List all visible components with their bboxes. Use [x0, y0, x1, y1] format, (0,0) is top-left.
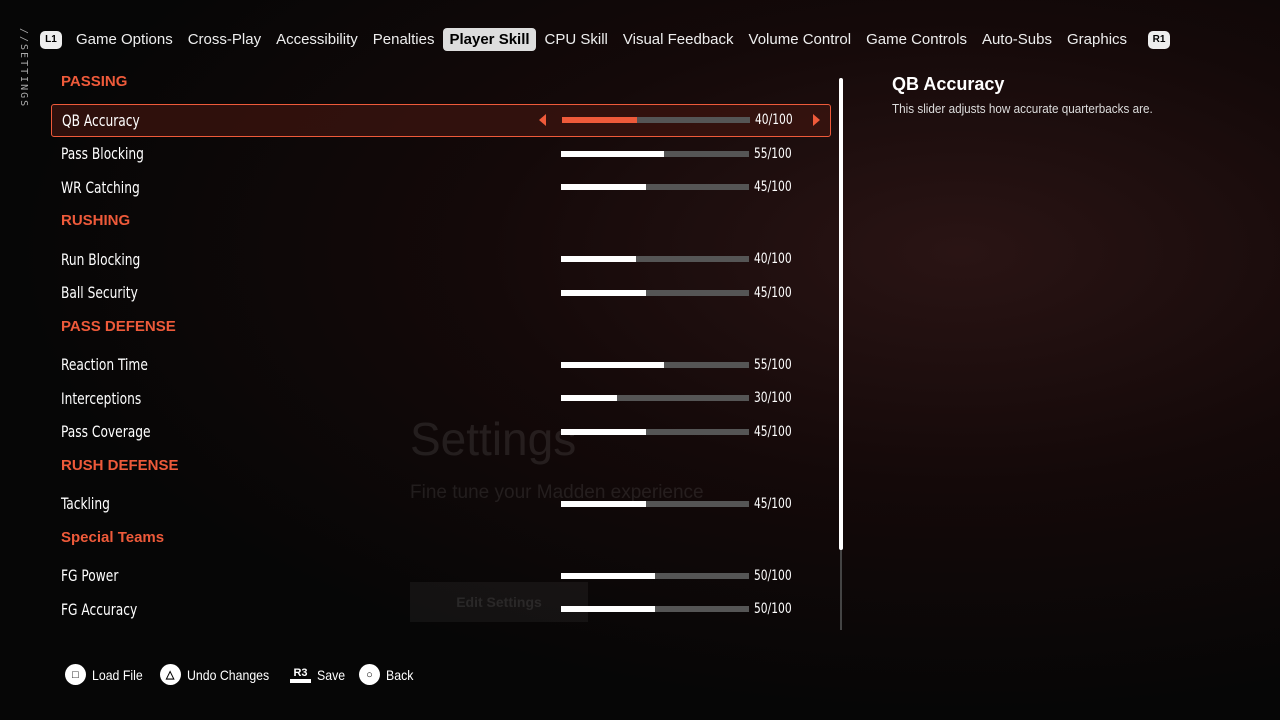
- section-header: RUSH DEFENSE: [61, 456, 179, 474]
- slider-label: Pass Blocking: [61, 144, 144, 164]
- slider-track[interactable]: [561, 150, 749, 157]
- slider-fill: [561, 256, 637, 263]
- slider-fill: [562, 117, 638, 124]
- footer-label: Save: [317, 666, 346, 683]
- slider-fill: [561, 184, 646, 191]
- load-file-button[interactable]: □ Load File: [65, 664, 150, 685]
- slider-fill: [561, 500, 646, 507]
- slider-fill: [561, 289, 646, 296]
- slider-value: 50/100: [754, 567, 792, 584]
- slider-value: 45/100: [754, 284, 792, 301]
- tab-game-controls[interactable]: Game Controls: [860, 28, 973, 51]
- description-panel: QB Accuracy This slider adjusts how accu…: [892, 74, 1182, 116]
- slider-fill: [561, 572, 655, 579]
- slider-track[interactable]: [561, 395, 749, 402]
- tab-graphics[interactable]: Graphics: [1061, 28, 1133, 51]
- tab-auto-subs[interactable]: Auto-Subs: [976, 28, 1058, 51]
- back-button[interactable]: ○ Back: [358, 664, 417, 685]
- slider-row-pass-blocking[interactable]: Pass Blocking 55/100: [51, 137, 831, 171]
- description-text: This slider adjusts how accurate quarter…: [892, 101, 1153, 116]
- tab-bar: L1 Game Options Cross-Play Accessibility Pe…: [40, 26, 1280, 53]
- footer-label: Undo Changes: [186, 666, 269, 683]
- settings-list: PASSING QB Accuracy 40/100 Pass Blocking 55/…: [51, 65, 831, 626]
- slider-label: Run Blocking: [61, 249, 141, 269]
- slider-fill: [561, 395, 618, 402]
- slider-track[interactable]: [561, 500, 749, 507]
- slider-fill: [561, 361, 665, 368]
- slider-row-ball-security[interactable]: Ball Security 45/100: [51, 276, 831, 310]
- tab-cross-play[interactable]: Cross-Play: [182, 28, 267, 51]
- slider-fill: [561, 428, 646, 435]
- slider-value: 40/100: [755, 112, 793, 129]
- slider-row-fg-power[interactable]: FG Power 50/100: [51, 559, 831, 593]
- footer-label: Load File: [92, 666, 143, 683]
- slider-label: Reaction Time: [61, 355, 148, 375]
- slider-track[interactable]: [561, 428, 749, 435]
- scrollbar[interactable]: [839, 78, 843, 630]
- r1-button-icon[interactable]: R1: [1148, 30, 1171, 49]
- slider-row-wr-catching[interactable]: WR Catching 45/100: [51, 171, 831, 205]
- circle-button-icon: ○: [358, 664, 380, 685]
- tab-visual-feedback[interactable]: Visual Feedback: [617, 28, 740, 51]
- l1-button-icon[interactable]: L1: [40, 30, 62, 49]
- slider-label: WR Catching: [61, 177, 140, 197]
- slider-value: 45/100: [754, 495, 792, 512]
- slider-fill: [561, 606, 655, 613]
- slider-row-interceptions[interactable]: Interceptions 30/100: [51, 382, 831, 416]
- slider-row-pass-coverage[interactable]: Pass Coverage 45/100: [51, 415, 831, 449]
- slider-row-tackling[interactable]: Tackling 45/100: [51, 487, 831, 521]
- undo-changes-button[interactable]: △ Undo Changes: [159, 664, 280, 685]
- slider-row-reaction-time[interactable]: Reaction Time 55/100: [51, 348, 831, 382]
- description-title: QB Accuracy: [892, 74, 1005, 94]
- slider-track[interactable]: [561, 572, 749, 579]
- slider-label: Pass Coverage: [61, 422, 151, 442]
- slider-track[interactable]: [561, 289, 749, 296]
- tab-penalties[interactable]: Penalties: [367, 28, 441, 51]
- slider-label: QB Accuracy: [62, 110, 140, 130]
- slider-value: 30/100: [754, 390, 792, 407]
- slider-label: Ball Security: [61, 283, 138, 303]
- slider-value: 55/100: [754, 356, 792, 373]
- footer-label: Back: [385, 666, 414, 683]
- settings-side-label: //SETTINGS: [18, 28, 29, 109]
- slider-label: Tackling: [61, 494, 110, 514]
- slider-track[interactable]: [561, 361, 749, 368]
- section-header: Special Teams: [61, 528, 165, 546]
- r3-button-icon: R3: [290, 667, 311, 683]
- slider-value: 45/100: [754, 423, 792, 440]
- arrow-right-icon[interactable]: [813, 114, 820, 127]
- slider-label: FG Accuracy: [61, 599, 138, 619]
- section-header: PASSING: [61, 73, 128, 90]
- slider-value: 45/100: [754, 179, 792, 196]
- slider-value: 40/100: [754, 251, 792, 268]
- slider-value: 55/100: [754, 145, 792, 162]
- slider-track[interactable]: [561, 606, 749, 613]
- slider-label: FG Power: [61, 566, 119, 586]
- footer-actions: □ Load File △ Undo Changes R3 Save ○ Back: [65, 664, 427, 685]
- slider-track[interactable]: [562, 117, 750, 124]
- tab-volume-control[interactable]: Volume Control: [743, 28, 858, 51]
- slider-track[interactable]: [561, 256, 749, 263]
- save-button[interactable]: R3 Save: [290, 667, 349, 683]
- slider-row-fg-accuracy[interactable]: FG Accuracy 50/100: [51, 593, 831, 627]
- tab-accessibility[interactable]: Accessibility: [270, 28, 364, 51]
- section-header: RUSHING: [61, 212, 131, 229]
- tab-game-options[interactable]: Game Options: [70, 28, 179, 51]
- square-button-icon: □: [65, 664, 86, 685]
- slider-track[interactable]: [561, 184, 749, 191]
- slider-value: 50/100: [754, 601, 792, 618]
- slider-fill: [561, 150, 665, 157]
- slider-row-run-blocking[interactable]: Run Blocking 40/100: [51, 243, 831, 277]
- triangle-button-icon: △: [159, 664, 181, 685]
- arrow-left-icon[interactable]: [539, 114, 546, 127]
- tab-player-skill[interactable]: Player Skill: [443, 28, 536, 51]
- slider-label: Interceptions: [61, 388, 142, 408]
- scrollbar-thumb[interactable]: [839, 78, 843, 550]
- section-header: PASS DEFENSE: [61, 317, 176, 335]
- slider-row-qb-accuracy[interactable]: QB Accuracy 40/100: [51, 103, 831, 137]
- tab-cpu-skill[interactable]: CPU Skill: [539, 28, 614, 51]
